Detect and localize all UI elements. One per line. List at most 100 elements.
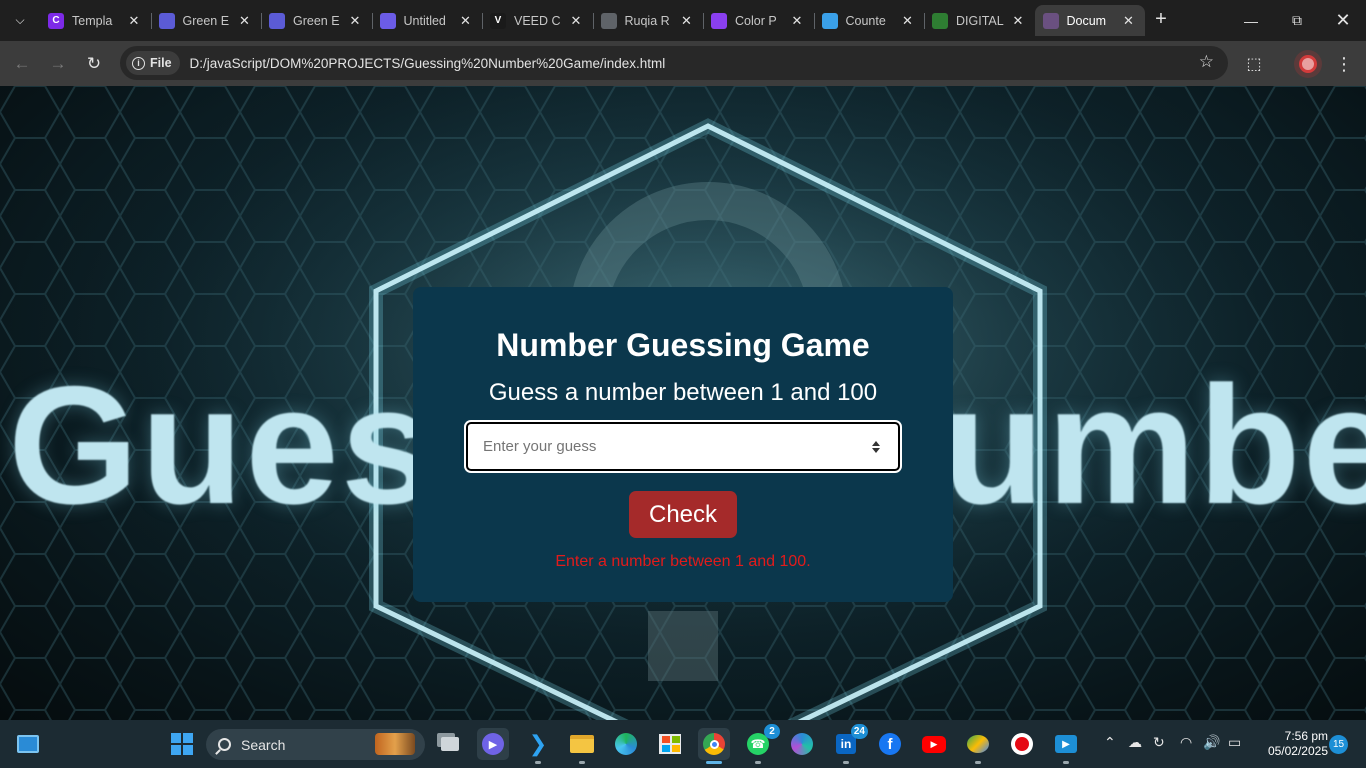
tab-separator: [924, 13, 925, 29]
onedrive-cloud-icon[interactable]: ☁: [1128, 734, 1142, 751]
browser-tab[interactable]: V VEED C ✕: [482, 5, 592, 36]
minimize-button[interactable]: —: [1228, 0, 1274, 41]
browser-toolbar: ← → ↻ i File D:/javaScript/DOM%20PROJECT…: [0, 41, 1366, 86]
doc-icon: [269, 12, 285, 29]
tab-close-icon[interactable]: ✕: [900, 13, 916, 29]
tab-title: Docum: [1066, 13, 1107, 28]
tab-separator: [150, 13, 152, 29]
close-window-button[interactable]: ✕: [1320, 0, 1366, 41]
start-windows-icon[interactable]: [166, 728, 198, 760]
browser-tab[interactable]: Green E ✕: [151, 5, 261, 36]
browser-tab[interactable]: Untitled ✕: [372, 5, 482, 36]
guess-input-placeholder: Enter your guess: [483, 438, 597, 455]
tab-close-icon[interactable]: ✕: [1010, 13, 1026, 29]
tab-separator: [703, 13, 704, 29]
windows-taskbar: Search ▶ ❯ ☎ 2 in 24 f ▶ ▶ ⌃ ☁ ↻ ◠ 🔊 ▭ 7…: [0, 720, 1366, 768]
vscode-icon[interactable]: ❯: [522, 728, 554, 764]
menu-kebab-icon[interactable]: ⋮: [1330, 50, 1358, 78]
show-hidden-icons-chevron-icon[interactable]: ⌃: [1104, 734, 1116, 751]
battery-icon[interactable]: ▭: [1228, 734, 1241, 751]
address-bar[interactable]: i File D:/javaScript/DOM%20PROJECTS/Gues…: [120, 46, 1228, 80]
tab-title: Color P: [735, 13, 777, 28]
system-clock[interactable]: 7:56 pm 05/02/2025: [1254, 729, 1328, 759]
tab-close-icon[interactable]: ✕: [568, 13, 584, 29]
chrome-icon[interactable]: [698, 728, 730, 764]
background-title-left: Gues: [8, 351, 437, 539]
tab-separator: [261, 13, 262, 29]
video-editor-icon[interactable]: ▶: [1050, 728, 1082, 764]
tab-search-chevron-icon[interactable]: ⌵: [6, 8, 34, 32]
url-text[interactable]: D:/javaScript/DOM%20PROJECTS/Guessing%20…: [190, 56, 666, 71]
browser-tab[interactable]: Color P ✕: [703, 5, 813, 36]
youtube-icon[interactable]: ▶: [918, 728, 950, 760]
tab-title: DIGITAL: [956, 13, 1004, 28]
tab-close-icon[interactable]: ✕: [237, 13, 253, 29]
browser-tab[interactable]: Ruqia R ✕: [593, 5, 703, 36]
tab-title: VEED C: [514, 13, 561, 28]
tab-close-icon[interactable]: ✕: [347, 13, 363, 29]
browser-tab[interactable]: C Templa ✕: [40, 5, 150, 36]
tab-separator: [813, 13, 815, 29]
info-icon: i: [132, 56, 145, 70]
tab-title: Ruqia R: [624, 13, 670, 28]
game-title: Number Guessing Game: [496, 327, 870, 363]
back-button[interactable]: ←: [8, 50, 36, 78]
tab-separator: [371, 13, 373, 29]
tab-close-icon[interactable]: ✕: [126, 13, 142, 29]
browser-tab[interactable]: Green E ✕: [261, 5, 371, 36]
game-card: Number Guessing Game Guess a number betw…: [413, 287, 953, 602]
restore-button[interactable]: ⧉: [1274, 0, 1320, 41]
tab-close-icon[interactable]: ✕: [458, 13, 474, 29]
browser-tab[interactable]: DIGITAL ✕: [924, 5, 1034, 36]
clock-time: 7:56 pm: [1284, 729, 1328, 743]
tab-close-icon[interactable]: ✕: [1121, 13, 1137, 29]
search-highlight-image: [375, 733, 415, 755]
copilot-icon[interactable]: [786, 728, 818, 760]
task-view-icon[interactable]: [434, 728, 466, 760]
background-title-right: umbe: [942, 351, 1366, 539]
search-icon: [218, 738, 231, 751]
site-info-chip[interactable]: i File: [126, 51, 180, 75]
whatsapp-badge: 2: [764, 724, 780, 739]
file-explorer-icon[interactable]: [566, 728, 598, 764]
tab-separator: [482, 13, 483, 29]
document-favicon-icon: [1042, 12, 1059, 29]
extensions-puzzle-icon[interactable]: ⬚: [1240, 50, 1268, 78]
page-viewport: Gues umbe Number Guessing Game Guess a n…: [0, 86, 1366, 720]
whatsapp-icon[interactable]: ☎ 2: [742, 724, 780, 764]
tab-close-icon[interactable]: ✕: [789, 13, 805, 29]
notification-count-badge[interactable]: 15: [1329, 735, 1348, 754]
tab-title: Green E: [293, 13, 340, 28]
check-button[interactable]: Check: [629, 491, 737, 538]
taskbar-search-label: Search: [241, 736, 286, 753]
digital-icon: [932, 12, 948, 29]
store-icon[interactable]: [654, 728, 686, 760]
forward-button[interactable]: →: [44, 50, 72, 78]
reload-button[interactable]: ↻: [80, 50, 108, 78]
browser-tab-strip: ⌵ C Templa ✕ Green E ✕ Green E ✕ Untitled ✕ V VEED…: [0, 0, 1366, 41]
tab-close-icon[interactable]: ✕: [679, 13, 695, 29]
guess-input[interactable]: Enter your guess: [466, 422, 900, 471]
doc-icon: [158, 12, 175, 29]
taskbar-search-box[interactable]: Search: [206, 729, 425, 760]
tab-title: Counte: [845, 13, 886, 28]
linkedin-icon[interactable]: in 24: [830, 724, 868, 764]
canva-icon: C: [48, 12, 64, 29]
wifi-icon[interactable]: ◠: [1180, 734, 1192, 751]
volume-icon[interactable]: 🔊: [1203, 734, 1220, 751]
number-spinner-icon[interactable]: [871, 440, 881, 453]
profile-avatar[interactable]: [1294, 50, 1322, 78]
maps-globe-icon[interactable]: [962, 728, 994, 764]
browser-tab[interactable]: Counte ✕: [814, 5, 924, 36]
widgets-icon[interactable]: [12, 728, 44, 760]
browser-tab[interactable]: Docum ✕: [1034, 5, 1145, 36]
tab-title: Templa: [72, 13, 113, 28]
new-tab-button[interactable]: +: [1150, 8, 1172, 32]
facebook-icon[interactable]: f: [874, 728, 906, 760]
color-icon: [711, 12, 727, 29]
meet-chat-icon[interactable]: ▶: [477, 728, 509, 760]
screen-recorder-icon[interactable]: [1006, 728, 1038, 760]
bookmark-star-icon[interactable]: ☆: [1199, 52, 1214, 72]
edge-icon[interactable]: [610, 728, 642, 760]
sync-icon[interactable]: ↻: [1153, 734, 1165, 751]
